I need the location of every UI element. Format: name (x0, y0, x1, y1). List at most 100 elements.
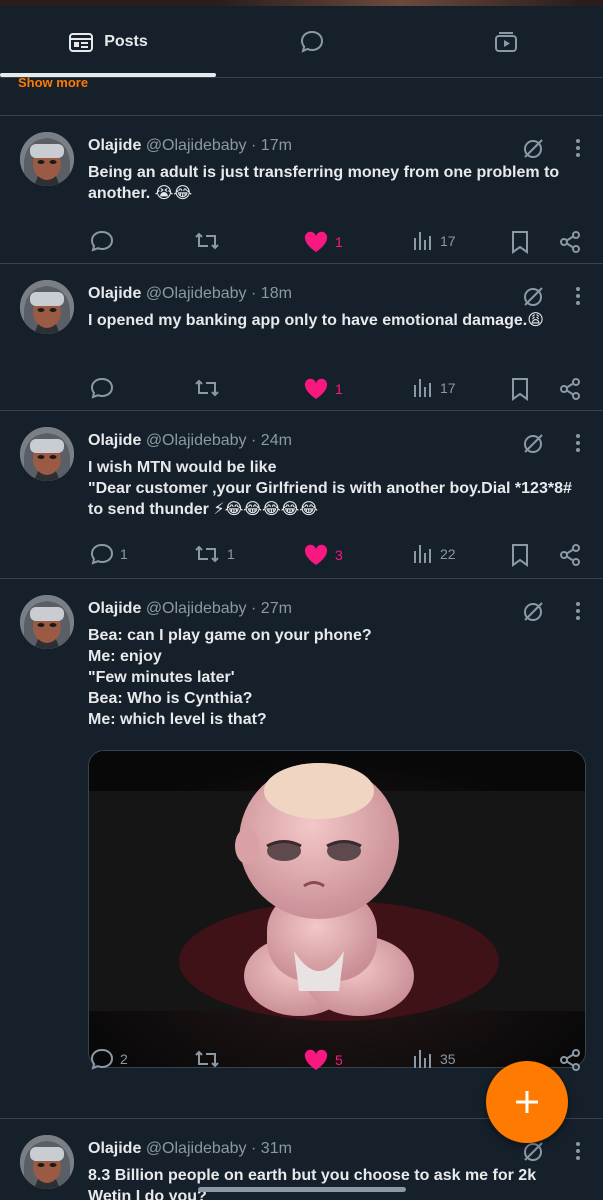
tab-media[interactable] (408, 6, 603, 78)
reply-button[interactable] (90, 230, 120, 252)
post-item[interactable]: Olajide @Olajidebaby · 17m Being an adul… (0, 115, 603, 263)
avatar[interactable] (20, 595, 74, 649)
author-handle[interactable]: @Olajidebaby (146, 137, 247, 154)
like-count: 5 (335, 1052, 343, 1068)
reply-icon (90, 230, 114, 252)
tab-posts[interactable]: Posts (0, 6, 216, 78)
more-icon[interactable] (575, 138, 581, 158)
more-icon[interactable] (575, 433, 581, 453)
reply-count: 2 (120, 1051, 128, 1067)
bookmark-icon (512, 544, 528, 567)
post-media[interactable] (88, 750, 586, 1068)
author-name[interactable]: Olajide (88, 137, 141, 154)
avatar[interactable] (20, 132, 74, 186)
repost-icon (195, 379, 219, 397)
views-button[interactable]: 17 (412, 377, 456, 399)
post-time[interactable]: · 18m (251, 285, 292, 302)
views-icon (414, 379, 431, 397)
more-icon[interactable] (575, 601, 581, 621)
author-handle[interactable]: @Olajidebaby (146, 600, 247, 617)
post-feed: Olajide @Olajidebaby · 17m Being an adul… (0, 115, 603, 1200)
media-icon (494, 32, 517, 52)
post-item[interactable]: Olajide @Olajidebaby · 24m I wish MTN wo… (0, 410, 603, 578)
compose-button[interactable] (486, 1061, 568, 1143)
repost-count: 1 (227, 546, 235, 562)
share-button[interactable] (558, 543, 582, 567)
bookmark-button[interactable] (510, 543, 530, 567)
post-time[interactable]: · 27m (251, 600, 292, 617)
author-handle[interactable]: @Olajidebaby (146, 432, 247, 449)
views-icon (414, 545, 431, 563)
grok-icon[interactable] (521, 136, 545, 160)
post-time[interactable]: · 17m (251, 137, 292, 154)
share-button[interactable] (558, 230, 582, 254)
like-button[interactable]: 1 (303, 377, 343, 401)
heart-icon (304, 378, 328, 399)
avatar[interactable] (20, 280, 74, 334)
like-count: 3 (335, 547, 343, 563)
repost-button[interactable] (193, 230, 227, 252)
reply-button[interactable] (90, 377, 120, 399)
bookmark-button[interactable] (510, 230, 530, 254)
bookmark-icon (512, 378, 528, 401)
views-button[interactable]: 17 (412, 230, 456, 252)
share-button[interactable] (558, 1048, 582, 1072)
avatar[interactable] (20, 427, 74, 481)
repost-icon (195, 1050, 219, 1068)
grok-icon[interactable] (521, 431, 545, 455)
author-name[interactable]: Olajide (88, 600, 141, 617)
like-button[interactable]: 1 (303, 230, 343, 254)
home-indicator (198, 1187, 406, 1192)
like-button[interactable]: 3 (303, 543, 343, 567)
heart-icon (304, 1049, 328, 1070)
plus-icon (516, 1091, 538, 1113)
views-button[interactable]: 35 (412, 1048, 456, 1070)
views-button[interactable]: 22 (412, 543, 456, 565)
grok-icon[interactable] (521, 284, 545, 308)
post-item[interactable]: Olajide @Olajidebaby · 27m Bea: can I pl… (0, 578, 603, 1118)
share-button[interactable] (558, 377, 582, 401)
post-item[interactable]: Olajide @Olajidebaby · 18m I opened my b… (0, 263, 603, 410)
profile-tabs: Posts Show more (0, 6, 603, 90)
baby-gif-image (89, 751, 585, 1067)
reply-button[interactable]: 2 (90, 1048, 128, 1070)
show-more-link[interactable]: Show more (18, 76, 88, 90)
avatar[interactable] (20, 1135, 74, 1189)
author-name[interactable]: Olajide (88, 285, 141, 302)
post-text: Bea: can I play game on your phone? Me: … (88, 627, 372, 728)
share-icon (560, 544, 580, 566)
reply-button[interactable]: 1 (90, 543, 128, 565)
post-text: I wish MTN would be like "Dear customer … (88, 459, 572, 518)
views-icon (414, 1050, 431, 1068)
posts-icon (69, 33, 94, 52)
tab-replies[interactable] (216, 6, 408, 78)
repost-button[interactable] (193, 1048, 227, 1070)
author-name[interactable]: Olajide (88, 432, 141, 449)
post-text: I opened my banking app only to have emo… (88, 312, 544, 329)
replies-icon (300, 30, 324, 53)
post-time[interactable]: · 24m (251, 432, 292, 449)
like-button[interactable]: 5 (303, 1048, 343, 1072)
view-count: 35 (440, 1051, 456, 1067)
author-handle[interactable]: @Olajidebaby (146, 1140, 247, 1157)
reply-icon (90, 1048, 114, 1070)
share-icon (560, 378, 580, 400)
post-text: 8.3 Billion people on earth but you choo… (88, 1167, 537, 1200)
views-icon (414, 232, 431, 250)
repost-button[interactable]: 1 (193, 543, 235, 565)
reply-count: 1 (120, 546, 128, 562)
bookmark-icon (512, 231, 528, 254)
more-icon[interactable] (575, 286, 581, 306)
author-handle[interactable]: @Olajidebaby (146, 285, 247, 302)
bookmark-button[interactable] (510, 377, 530, 401)
post-text: Being an adult is just transferring mone… (88, 164, 560, 202)
tab-posts-label: Posts (104, 33, 148, 50)
repost-button[interactable] (193, 377, 227, 399)
author-name[interactable]: Olajide (88, 1140, 141, 1157)
share-icon (560, 231, 580, 253)
more-icon[interactable] (575, 1141, 581, 1161)
post-time[interactable]: · 31m (251, 1140, 292, 1157)
like-count: 1 (335, 381, 343, 397)
share-icon (560, 1049, 580, 1071)
grok-icon[interactable] (521, 599, 545, 623)
